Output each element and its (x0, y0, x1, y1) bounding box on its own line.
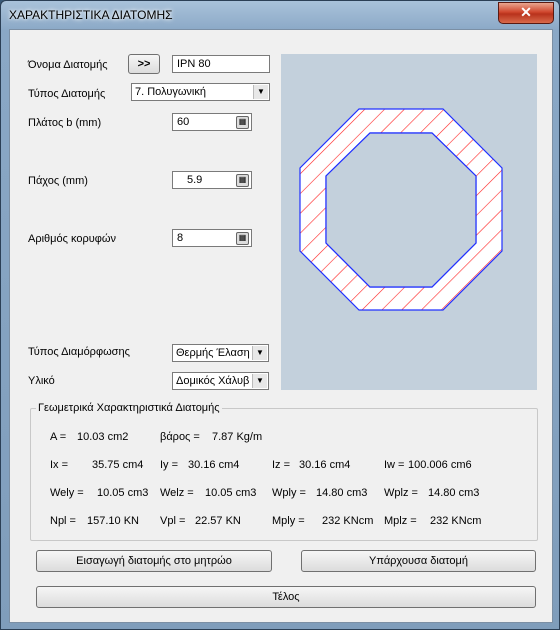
geometric-properties-title: Γεωμετρικά Χαρακτηριστικά Διατομής (36, 402, 222, 414)
mplz-value: 232 KNcm (430, 515, 482, 527)
width-value: 60 (177, 116, 190, 128)
width-label: Πλάτος b (mm) (28, 117, 102, 129)
calculator-icon[interactable]: ▦ (236, 232, 249, 245)
section-name-label: Όνομα Διατομής (28, 59, 108, 71)
thickness-value: 5.9 (187, 174, 203, 186)
iy-value: 30.16 cm4 (188, 459, 240, 471)
npl-value: 157.10 KN (87, 515, 139, 527)
section-type-select[interactable]: 7. Πολυγωνική ▼ (131, 83, 270, 101)
weight-label: βάρος = (160, 431, 200, 443)
section-type-value: 7. Πολυγωνική (135, 86, 206, 98)
wely-value: 10.05 cm3 (97, 487, 149, 499)
welz-label: Welz = (160, 487, 194, 499)
thickness-label: Πάχος (mm) (28, 175, 88, 187)
calculator-icon[interactable]: ▦ (236, 116, 249, 129)
chevron-down-icon[interactable]: ▼ (253, 85, 268, 99)
chevron-down-icon[interactable]: ▼ (252, 346, 267, 360)
vertices-label: Αριθμός κορυφών (28, 233, 116, 245)
material-value: Δομικός Χάλυβ (176, 375, 250, 387)
welz-value: 10.05 cm3 (205, 487, 257, 499)
wply-value: 14.80 cm3 (316, 487, 368, 499)
existing-section-button[interactable]: Υπάρχουσα διατομή (301, 550, 536, 572)
iz-label: Iz = (272, 459, 291, 471)
forming-type-value: Θερμής Έλαση (176, 347, 250, 359)
close-icon: ✕ (520, 4, 532, 20)
end-button[interactable]: Τέλος (36, 586, 536, 608)
width-field[interactable]: 60 ▦ (172, 113, 252, 131)
dialog-body: Όνομα Διατομής >> IPN 80 Τύπος Διατομής … (9, 29, 553, 623)
browse-sections-button[interactable]: >> (128, 54, 160, 74)
title-bar[interactable]: ΧΑΡΑΚΤΗΡΙΣΤΙΚΑ ΔΙΑΤΟΜΗΣ ✕ (1, 1, 559, 29)
npl-label: Npl = (50, 515, 76, 527)
iz-value: 30.16 cm4 (299, 459, 351, 471)
section-name-field[interactable]: IPN 80 (172, 55, 270, 73)
ix-value: 35.75 cm4 (92, 459, 144, 471)
wplz-label: Wplz = (384, 487, 418, 499)
section-properties-window: ΧΑΡΑΚΤΗΡΙΣΤΙΚΑ ΔΙΑΤΟΜΗΣ ✕ Όνομα Διατομής… (0, 0, 560, 630)
window-title: ΧΑΡΑΚΤΗΡΙΣΤΙΚΑ ΔΙΑΤΟΜΗΣ (9, 8, 173, 22)
vertices-value: 8 (177, 232, 184, 244)
forming-type-select[interactable]: Θερμής Έλαση ▼ (172, 344, 269, 362)
octagon-section-drawing (299, 108, 503, 311)
ix-label: Ix = (50, 459, 69, 471)
chevron-down-icon[interactable]: ▼ (252, 374, 267, 388)
section-type-label: Τύπος Διατομής (28, 88, 106, 100)
wplz-value: 14.80 cm3 (428, 487, 480, 499)
mply-label: Mply = (272, 515, 305, 527)
mply-value: 232 KNcm (322, 515, 374, 527)
weight-value: 7.87 Kg/m (212, 431, 263, 443)
mplz-label: Mplz = (384, 515, 417, 527)
material-label: Υλικό (28, 375, 55, 387)
forming-type-label: Τύπος Διαμόρφωσης (28, 346, 130, 358)
vpl-value: 22.57 KN (195, 515, 241, 527)
vertices-field[interactable]: 8 ▦ (172, 229, 252, 247)
thickness-field[interactable]: 5.9 ▦ (172, 171, 252, 189)
wely-label: Wely = (50, 487, 84, 499)
wply-label: Wply = (272, 487, 306, 499)
iw-label: Iw = (384, 459, 405, 471)
insert-section-button[interactable]: Εισαγωγή διατομής στο μητρώο (36, 550, 272, 572)
calculator-icon[interactable]: ▦ (236, 174, 249, 187)
area-value: 10.03 cm2 (77, 431, 129, 443)
material-select[interactable]: Δομικός Χάλυβ ▼ (172, 372, 269, 390)
close-button[interactable]: ✕ (498, 2, 554, 24)
vpl-label: Vpl = (160, 515, 186, 527)
area-label: A = (50, 431, 67, 443)
iw-value: 100.006 cm6 (408, 459, 472, 471)
iy-label: Iy = (160, 459, 179, 471)
inner-octagon-fill (325, 132, 477, 288)
section-preview-canvas (281, 54, 537, 390)
